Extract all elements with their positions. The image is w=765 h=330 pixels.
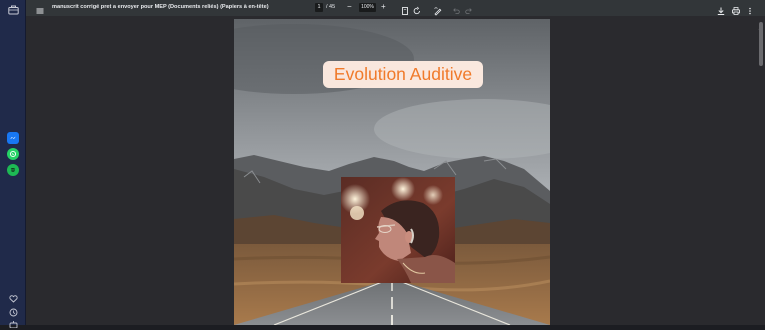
more-vert-icon[interactable]: [745, 3, 755, 15]
briefcase-icon[interactable]: [7, 4, 19, 16]
redo-icon[interactable]: [464, 3, 474, 14]
zoom-out-button[interactable]: −: [347, 2, 352, 11]
whatsapp-icon[interactable]: [7, 148, 19, 160]
clock-icon[interactable]: [7, 306, 19, 318]
download-icon[interactable]: [716, 3, 726, 15]
fit-page-icon[interactable]: [400, 3, 410, 15]
more-icon[interactable]: [7, 318, 19, 330]
scrollbar-thumb[interactable]: [759, 22, 763, 66]
menu-icon[interactable]: [35, 3, 45, 14]
page-title-box: Evolution Auditive: [323, 61, 483, 88]
messenger-icon[interactable]: [7, 132, 19, 144]
rotate-icon[interactable]: [412, 3, 422, 15]
woman-hearing-aid-photo: [341, 177, 455, 283]
spotify-icon[interactable]: [7, 164, 19, 176]
undo-icon[interactable]: [451, 3, 461, 14]
document-title: manuscrit corrigé pret a envoyer pour ME…: [52, 4, 269, 10]
heart-icon[interactable]: [7, 293, 19, 305]
pdf-toolbar: manuscrit corrigé pret a envoyer pour ME…: [26, 0, 765, 16]
zoom-level-input[interactable]: 100%: [359, 3, 376, 12]
print-icon[interactable]: [731, 3, 741, 15]
page-total: / 45: [326, 4, 336, 10]
page-title: Evolution Auditive: [333, 64, 473, 84]
draw-icon[interactable]: [433, 3, 443, 16]
browser-sidebar: [0, 0, 26, 328]
zoom-in-button[interactable]: +: [381, 2, 386, 11]
pdf-page: Evolution Auditive: [234, 19, 550, 325]
scroll-up-arrow[interactable]: [758, 17, 763, 30]
page-number-input[interactable]: 1: [315, 3, 323, 12]
